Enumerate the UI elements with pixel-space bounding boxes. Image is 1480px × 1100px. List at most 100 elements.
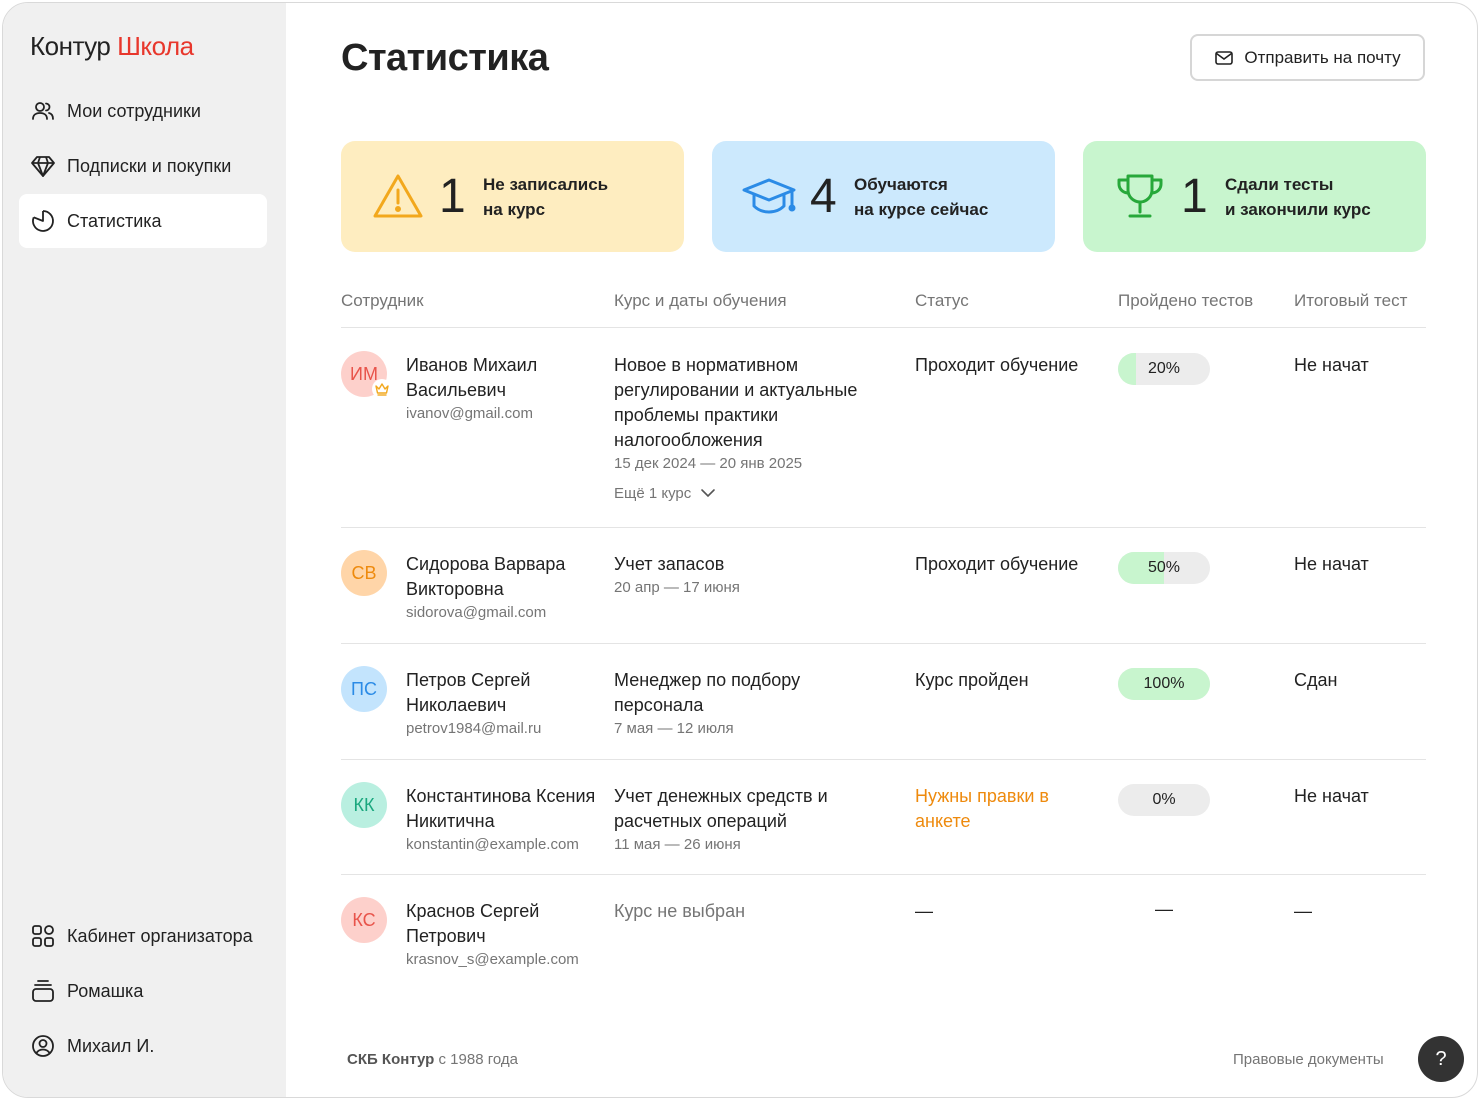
- logo-part-kontur: Контур: [30, 31, 111, 61]
- sidebar-item-label: Мои сотрудники: [67, 100, 201, 121]
- page-title: Статистика: [341, 37, 549, 79]
- sidebar-item-employees[interactable]: Мои сотрудники: [19, 84, 267, 138]
- final-test-status: Сдан: [1294, 670, 1338, 690]
- status-text: Курс пройден: [915, 670, 1029, 690]
- crown-icon: [372, 379, 392, 399]
- footer-copyright: СКБ Контур с 1988 года: [347, 1051, 518, 1068]
- chevron-down-icon: [701, 489, 716, 498]
- final-test-status: Не начат: [1294, 554, 1369, 574]
- course-cell: Учет денежных средств и расчетных операц…: [614, 784, 889, 853]
- employee-cell: Петров Сергей Николаевич petrov1984@mail…: [406, 668, 606, 737]
- employee-email: sidorova@gmail.com: [406, 604, 547, 621]
- tests-empty: —: [1155, 899, 1173, 919]
- column-header-status[interactable]: Статус: [915, 291, 969, 311]
- send-email-label: Отправить на почту: [1244, 47, 1401, 67]
- table-row[interactable]: КК Константинова Ксения Никитична konsta…: [341, 760, 1426, 875]
- table-row[interactable]: СВ Сидорова Варвара Викторовна sidorova@…: [341, 528, 1426, 644]
- status-text: Проходит обучение: [915, 355, 1079, 375]
- progress-label: 20%: [1147, 360, 1181, 377]
- employee-name[interactable]: Константинова Ксения Никитична: [406, 784, 606, 834]
- footer-brand: СКБ Контур: [347, 1051, 435, 1068]
- send-email-button[interactable]: Отправить на почту: [1190, 34, 1425, 81]
- more-courses-label: Ещё 1 курс: [614, 484, 692, 502]
- sidebar-item-organizer[interactable]: Кабинет организатора: [19, 909, 267, 963]
- card-not-enrolled[interactable]: 1 Не записались на курс: [341, 141, 684, 252]
- mail-icon: [1215, 50, 1234, 65]
- status-text: —: [915, 901, 933, 921]
- grid-icon: [29, 922, 57, 950]
- employee-email: ivanov@gmail.com: [406, 405, 533, 422]
- progress-label: 100%: [1143, 675, 1185, 692]
- column-header-final[interactable]: Итоговый тест: [1294, 291, 1407, 311]
- logo-part-shkola: Школа: [117, 31, 194, 61]
- legal-documents-link[interactable]: Правовые документы: [1233, 1051, 1384, 1068]
- card-completed[interactable]: 1 Сдали тесты и закончили курс: [1083, 141, 1426, 252]
- card-label: Сдали тесты и закончили курс: [1225, 174, 1371, 219]
- status-link[interactable]: Нужны правки в анкете: [915, 784, 1105, 834]
- users-icon: [29, 97, 57, 125]
- card-count: 1: [439, 170, 466, 223]
- employee-email: konstantin@example.com: [406, 836, 579, 853]
- final-test-status: Не начат: [1294, 786, 1369, 806]
- employee-cell: Константинова Ксения Никитична konstanti…: [406, 784, 606, 853]
- column-header-course[interactable]: Курс и даты обучения: [614, 291, 787, 311]
- tests-progress: 100%: [1118, 668, 1210, 700]
- help-button[interactable]: ?: [1418, 1036, 1464, 1082]
- employee-name[interactable]: Иванов Михаил Васильевич: [406, 353, 606, 403]
- trophy-icon: [1111, 168, 1169, 226]
- footer-since: с 1988 года: [434, 1051, 518, 1068]
- sidebar-item-organization[interactable]: Ромашка: [19, 964, 267, 1018]
- course-dates: 20 апр — 17 июня: [614, 579, 740, 596]
- employee-email: petrov1984@mail.ru: [406, 720, 542, 737]
- column-header-employee[interactable]: Сотрудник: [341, 291, 424, 311]
- graduation-cap-icon: [740, 168, 798, 226]
- course-title: Учет денежных средств и расчетных операц…: [614, 786, 828, 831]
- sidebar-item-profile[interactable]: Михаил И.: [19, 1019, 267, 1073]
- avatar: ПС: [341, 666, 387, 712]
- stack-icon: [29, 977, 57, 1005]
- sidebar-item-label: Михаил И.: [67, 1035, 155, 1056]
- course-cell: Новое в нормативном регулировании и акту…: [614, 353, 889, 502]
- employee-name[interactable]: Петров Сергей Николаевич: [406, 668, 606, 718]
- progress-label: 50%: [1147, 559, 1181, 576]
- logo[interactable]: Контур Школа: [30, 31, 194, 62]
- course-title: Новое в нормативном регулировании и акту…: [614, 355, 858, 450]
- app-window: Контур Школа Мои сотрудники Подписки и п…: [2, 2, 1478, 1098]
- card-studying[interactable]: 4 Обучаются на курсе сейчас: [712, 141, 1055, 252]
- employee-cell: Сидорова Варвара Викторовна sidorova@gma…: [406, 552, 606, 621]
- employee-name[interactable]: Краснов Сергей Петрович: [406, 899, 606, 949]
- table-row[interactable]: КС Краснов Сергей Петрович krasnov_s@exa…: [341, 875, 1426, 991]
- final-test-status: Не начат: [1294, 355, 1369, 375]
- sidebar-item-label: Кабинет организатора: [67, 925, 253, 946]
- employee-name[interactable]: Сидорова Варвара Викторовна: [406, 552, 606, 602]
- final-test-status: —: [1294, 901, 1312, 921]
- tests-progress: 50%: [1118, 552, 1210, 584]
- course-not-selected: Курс не выбран: [614, 901, 746, 921]
- sidebar-item-label: Подписки и покупки: [67, 155, 232, 176]
- sidebar-item-label: Ромашка: [67, 980, 144, 1001]
- tests-progress: 20%: [1118, 353, 1210, 385]
- sidebar-item-subscriptions[interactable]: Подписки и покупки: [19, 139, 267, 193]
- status-text: Проходит обучение: [915, 554, 1079, 574]
- sidebar: Контур Школа Мои сотрудники Подписки и п…: [3, 3, 286, 1097]
- employee-cell: Иванов Михаил Васильевич ivanov@gmail.co…: [406, 353, 606, 422]
- more-courses-toggle[interactable]: Ещё 1 курс: [614, 484, 889, 502]
- course-title: Учет запасов: [614, 554, 725, 574]
- card-label: Не записались на курс: [483, 174, 609, 219]
- table-row[interactable]: ИМ Иванов Михаил Васильевич ivanov@gmail…: [341, 329, 1426, 528]
- sidebar-item-statistics[interactable]: Статистика: [19, 194, 267, 248]
- column-header-tests[interactable]: Пройдено тестов: [1118, 291, 1253, 311]
- avatar: КК: [341, 782, 387, 828]
- table-header: Сотрудник Курс и даты обучения Статус Пр…: [341, 288, 1426, 328]
- course-dates: 7 мая — 12 июля: [614, 720, 734, 737]
- diamond-icon: [29, 152, 57, 180]
- summary-cards: 1 Не записались на курс 4 Обучаются на к…: [341, 141, 1426, 252]
- main-content: Статистика Отправить на почту 1 Не запис…: [286, 3, 1477, 1097]
- card-count: 4: [810, 170, 837, 223]
- progress-label: 0%: [1152, 791, 1176, 808]
- employee-email: krasnov_s@example.com: [406, 951, 579, 968]
- table-row[interactable]: ПС Петров Сергей Николаевич petrov1984@m…: [341, 644, 1426, 760]
- employee-cell: Краснов Сергей Петрович krasnov_s@exampl…: [406, 899, 606, 968]
- sidebar-item-label: Статистика: [67, 210, 162, 231]
- course-cell: Учет запасов 20 апр — 17 июня: [614, 552, 889, 596]
